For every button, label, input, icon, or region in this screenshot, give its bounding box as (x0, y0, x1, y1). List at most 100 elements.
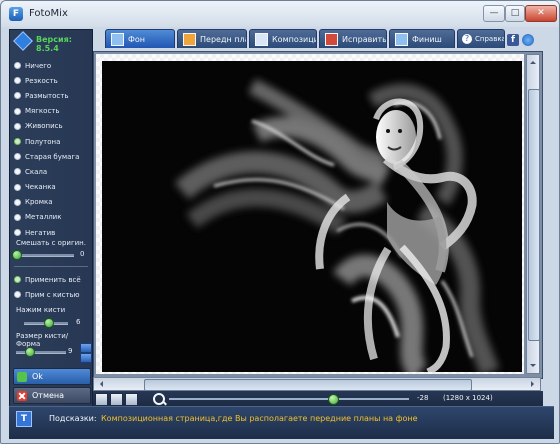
mix-value: 0 (80, 250, 85, 258)
maximize-button[interactable]: □ (505, 5, 525, 22)
version-row: Версия: 8.5.4 (10, 30, 92, 53)
globe-icon[interactable] (522, 34, 534, 46)
apply-all-label: Применить всё (25, 275, 81, 284)
effect-option-label: Металлик (25, 213, 62, 222)
radio-dot (14, 183, 21, 191)
photo-preview[interactable] (102, 61, 522, 372)
scroll-left-arrow-icon[interactable] (97, 381, 103, 387)
effects-sidebar: Версия: 8.5.4 Ничего Резкость Размытость Мя… (9, 29, 93, 435)
radio-dot (14, 122, 21, 130)
effect-option-7[interactable]: Скала (14, 164, 90, 179)
zoom-slider-thumb[interactable] (328, 394, 339, 405)
effect-option-11[interactable]: Негатив (14, 225, 90, 240)
effect-option-6[interactable]: Старая бумага (14, 149, 90, 164)
image-size: (1280 x 1024) (443, 394, 493, 402)
radio-dot (14, 62, 21, 70)
divider (14, 266, 88, 267)
effects-list: Ничего Резкость Размытость Мягкость Живопись… (14, 58, 90, 240)
mix-slider-thumb[interactable] (12, 250, 22, 260)
mix-label: Смешать с оригин. (16, 239, 86, 247)
radio-dot (14, 276, 21, 284)
help-button[interactable]: ? Справка (457, 29, 505, 48)
effect-option-1[interactable]: Резкость (14, 73, 90, 88)
hint-text: Композиционная страница,где Вы располага… (101, 414, 418, 423)
effect-option-label: Старая бумага (25, 152, 80, 161)
radio-dot (14, 168, 21, 176)
check-icon (17, 371, 27, 382)
effect-option-label: Ничего (25, 61, 52, 70)
effect-option-label: Размытость (25, 91, 69, 100)
scroll-up-arrow-icon[interactable] (530, 58, 536, 64)
help-icon: ? (462, 34, 472, 44)
effect-option-label: Мягкость (25, 107, 60, 116)
effect-option-9[interactable]: Кромка (14, 195, 90, 210)
radio-dot (14, 138, 21, 146)
scroll-right-arrow-icon[interactable] (531, 381, 537, 387)
pressure-value: 6 (76, 318, 81, 326)
tab-label: Финиш (412, 34, 442, 44)
fotomix-window: F FotoMix — □ ✕ Версия: 8.5.4 Ничего Резк… (0, 0, 560, 444)
effect-option-3[interactable]: Мягкость (14, 104, 90, 119)
tab-label: Исправить (342, 34, 387, 44)
brush-shape-down-button[interactable] (80, 353, 92, 363)
ok-button[interactable]: Ok (13, 368, 91, 385)
tab-label: Композиция (272, 34, 316, 44)
facebook-icon[interactable]: f (507, 34, 519, 46)
ok-label: Ok (32, 372, 43, 381)
mix-slider[interactable] (12, 250, 74, 260)
effect-option-5[interactable]: Полутона (14, 134, 90, 149)
hint-label: Подсказки: (49, 414, 97, 423)
apply-brush-radio[interactable]: Прим с кистью (14, 287, 90, 302)
apply-all-radio[interactable]: Применить всё (14, 272, 90, 287)
canvas-frame (93, 51, 543, 379)
horizontal-scrollbar[interactable] (93, 377, 541, 391)
vertical-scroll-thumb[interactable] (528, 89, 540, 341)
canvas-background (96, 54, 524, 374)
effect-option-4[interactable]: Живопись (14, 119, 90, 134)
radio-dot (14, 213, 21, 221)
horizontal-scroll-thumb[interactable] (144, 379, 472, 391)
cancel-x-icon (17, 390, 27, 401)
effect-option-8[interactable]: Чеканка (14, 180, 90, 195)
effect-option-label: Негатив (25, 228, 56, 237)
scroll-down-arrow-icon[interactable] (530, 364, 536, 370)
composition-icon (255, 32, 268, 46)
title-bar[interactable]: F FotoMix — □ ✕ (1, 1, 559, 27)
zoom-slider[interactable] (169, 394, 409, 405)
radio-dot (14, 107, 21, 115)
effect-option-2[interactable]: Размытость (14, 88, 90, 103)
fix-icon (325, 32, 338, 46)
fit-view-icon[interactable] (95, 393, 108, 406)
pressure-label: Нажим кисти (16, 306, 66, 314)
effect-option-10[interactable]: Металлик (14, 210, 90, 225)
brush-size-slider[interactable] (16, 347, 66, 357)
radio-dot (14, 291, 21, 299)
zoom-icon (153, 393, 165, 405)
tab-composition[interactable]: Композиция (249, 29, 317, 48)
cancel-label: Отмена (32, 391, 65, 400)
pressure-slider-thumb[interactable] (44, 318, 54, 328)
brush-shape-up-button[interactable] (80, 343, 92, 353)
brush-size-slider-thumb[interactable] (25, 347, 35, 357)
cancel-button[interactable]: Отмена (13, 387, 91, 404)
minimize-button[interactable]: — (483, 5, 505, 22)
background-icon (111, 32, 124, 46)
tab-fix[interactable]: Исправить (319, 29, 387, 48)
view-toolbar: -28 (1280 x 1024) (93, 391, 543, 406)
effect-option-0[interactable]: Ничего (14, 58, 90, 73)
pressure-slider[interactable] (24, 318, 68, 328)
effect-option-label: Чеканка (25, 183, 56, 192)
text-tool-icon[interactable]: T (16, 411, 32, 427)
effect-option-label: Скала (25, 167, 48, 176)
tab-finish[interactable]: Финиш (389, 29, 455, 48)
tab-foreground[interactable]: Передн план (177, 29, 247, 48)
window-title: FotoMix (29, 8, 68, 19)
tab-background[interactable]: Фон (105, 29, 175, 48)
foreground-icon (183, 32, 196, 46)
main-tabs: Фон Передн план Композиция Исправить Фин… (99, 29, 553, 49)
tab-label: Фон (128, 34, 146, 44)
grid-view-icon[interactable] (110, 393, 123, 406)
full-view-icon[interactable] (125, 393, 138, 406)
close-button[interactable]: ✕ (525, 5, 557, 22)
vertical-scrollbar[interactable] (526, 54, 540, 374)
